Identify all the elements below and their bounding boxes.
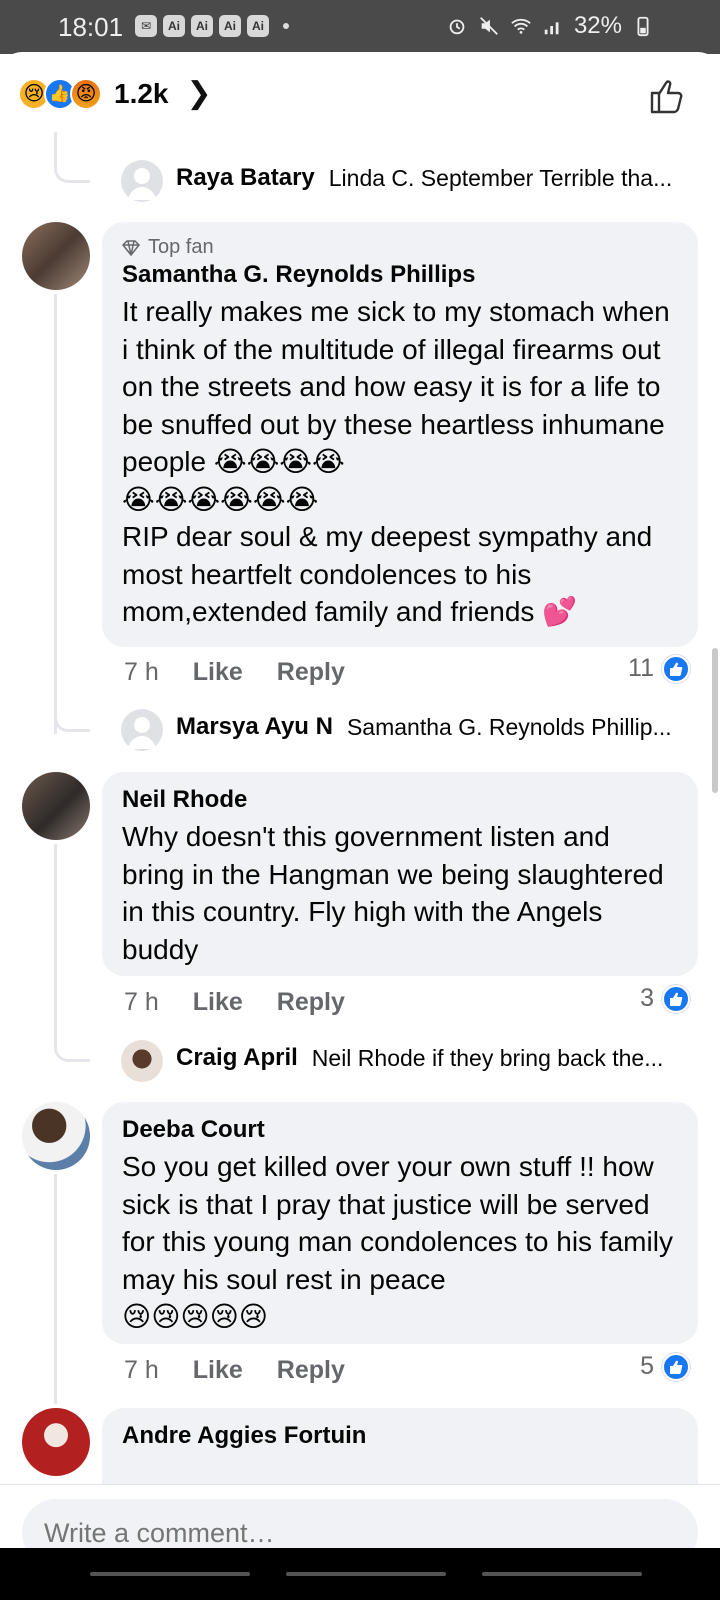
like-count: 11	[628, 654, 654, 682]
thread-connector	[54, 132, 90, 183]
comment-text: It really makes me sick to my stomach wh…	[122, 296, 670, 477]
mute-icon	[480, 17, 498, 35]
comment-body: So you get killed over your own stuff !!…	[122, 1148, 678, 1336]
wifi-icon	[511, 18, 531, 34]
status-right: 32%	[446, 12, 654, 40]
diamond-icon	[122, 239, 140, 256]
badge-label: Top fan	[148, 236, 214, 258]
thread-connector	[54, 692, 90, 732]
avatar-placeholder[interactable]	[121, 160, 163, 202]
thread-line	[54, 1174, 57, 1404]
comment-author[interactable]: Andre Aggies Fortuin	[122, 1422, 678, 1450]
comment-body: It really makes me sick to my stomach wh…	[122, 293, 678, 631]
reply-text: Samantha G. Reynolds Phillip...	[346, 713, 672, 740]
thread-line	[54, 294, 57, 734]
system-nav-bar	[0, 1548, 720, 1600]
messenger-icon: ✉	[135, 15, 157, 37]
thread-line	[54, 844, 57, 1044]
avatar-placeholder[interactable]	[121, 709, 163, 751]
battery-icon	[637, 16, 649, 37]
battery-percent: 32%	[573, 12, 622, 39]
avatar[interactable]	[22, 1408, 90, 1476]
reply-preview[interactable]: Craig April Neil Rhode if they bring bac…	[176, 1044, 684, 1072]
reply-button[interactable]: Reply	[277, 658, 345, 687]
reactions-summary[interactable]: 😢 👍 😡 1.2k ❯	[18, 76, 212, 111]
comment-bubble[interactable]: Top fan Samantha G. Reynolds Phillips It…	[102, 222, 698, 647]
reactions-header: 😢 👍 😡 1.2k ❯	[0, 52, 720, 132]
angry-reaction-icon: 😡	[70, 77, 102, 110]
nav-back[interactable]	[482, 1572, 642, 1576]
status-app-icons: ✉ Ai Ai Ai Ai	[135, 15, 289, 37]
like-button[interactable]: Like	[193, 1356, 243, 1385]
avatar[interactable]	[22, 772, 90, 840]
comment-like-count[interactable]: 11	[628, 654, 690, 683]
comment-author[interactable]: Deeba Court	[122, 1116, 678, 1144]
user-placeholder-icon	[128, 717, 156, 749]
more-notifications-icon	[283, 23, 289, 29]
comment-text: RIP dear soul & my deepest sympathy and …	[122, 521, 653, 627]
reply-preview[interactable]: Marsya Ayu N Samantha G. Reynolds Philli…	[176, 713, 684, 741]
like-post-button[interactable]	[646, 76, 686, 116]
avatar[interactable]	[22, 1102, 90, 1170]
reaction-count: 1.2k	[114, 77, 169, 109]
status-bar: 18:01 ✉ Ai Ai Ai Ai 32%	[0, 0, 720, 54]
reply-button[interactable]: Reply	[277, 1356, 345, 1385]
chevron-right-icon: ❯	[186, 77, 212, 110]
comment-bubble[interactable]: Deeba Court So you get killed over your …	[102, 1102, 698, 1344]
avatar[interactable]	[121, 1040, 163, 1082]
ai-app-icon: Ai	[219, 15, 241, 37]
comment-emojis: 😢😢😢😢😢	[122, 1301, 268, 1332]
reply-button[interactable]: Reply	[277, 988, 345, 1017]
comment-actions: 7 h Like Reply	[124, 988, 345, 1017]
comment-like-count[interactable]: 5	[640, 1352, 690, 1381]
signal-icon	[544, 22, 559, 35]
status-time: 18:01	[58, 12, 124, 42]
comment-like-count[interactable]: 3	[640, 984, 690, 1013]
thread-connector	[54, 1022, 90, 1062]
comment-actions: 7 h Like Reply	[124, 1356, 345, 1385]
comment-time: 7 h	[124, 988, 159, 1016]
like-icon	[662, 1352, 690, 1381]
comments-sheet: 😢 👍 😡 1.2k ❯ Raya Batary Linda C. Septem…	[0, 52, 720, 1600]
like-icon	[662, 984, 690, 1013]
nav-recents[interactable]	[90, 1572, 250, 1576]
ai-app-icon: Ai	[163, 15, 185, 37]
reply-preview[interactable]: Raya Batary Linda C. September Terrible …	[176, 164, 684, 192]
user-placeholder-icon	[128, 168, 156, 200]
reply-text: Linda C. September Terrible tha...	[328, 164, 673, 191]
top-fan-badge: Top fan	[122, 236, 678, 259]
like-count: 5	[640, 1352, 654, 1380]
comment-author[interactable]: Samantha G. Reynolds Phillips	[122, 261, 678, 289]
comment-time: 7 h	[124, 658, 159, 686]
reply-text: Neil Rhode if they bring back the...	[311, 1044, 664, 1071]
like-button[interactable]: Like	[193, 988, 243, 1017]
reply-author: Craig April	[176, 1044, 298, 1071]
like-count: 3	[640, 984, 654, 1012]
ai-app-icon: Ai	[191, 15, 213, 37]
comment-author[interactable]: Neil Rhode	[122, 786, 678, 814]
comment-emojis: 😭😭😭😭😭😭	[122, 483, 319, 515]
nav-home[interactable]	[286, 1572, 446, 1576]
comment-bubble[interactable]: Neil Rhode Why doesn't this government l…	[102, 772, 698, 976]
like-icon	[662, 654, 690, 683]
ai-app-icon: Ai	[247, 15, 269, 37]
comment-body: Why doesn't this government listen and b…	[122, 821, 664, 965]
reply-author: Raya Batary	[176, 164, 315, 191]
reply-author: Marsya Ayu N	[176, 713, 333, 740]
avatar[interactable]	[22, 222, 90, 290]
scrollbar[interactable]	[712, 648, 718, 793]
like-button[interactable]: Like	[193, 658, 243, 687]
comment-actions: 7 h Like Reply	[124, 658, 345, 687]
alarm-icon	[449, 19, 465, 35]
comment-text: So you get killed over your own stuff !!…	[122, 1151, 673, 1295]
comment-time: 7 h	[124, 1356, 159, 1384]
